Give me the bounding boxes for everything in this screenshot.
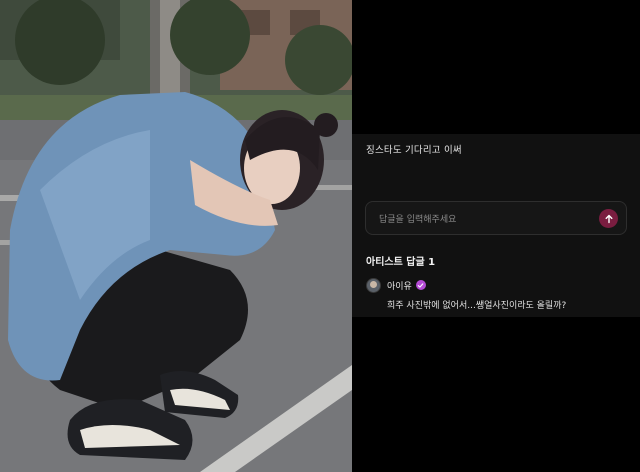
comment-card: 징스타도 기다리고 이써 답글을 입력해주세요 아티스트 답글 1 아이유 희주… (352, 134, 640, 317)
artist-replies-title: 아티스트 답글 1 (366, 257, 436, 268)
verified-badge-icon (415, 280, 426, 290)
photo-illustration (0, 0, 352, 472)
comment-text: 징스타도 기다리고 이써 (366, 145, 462, 156)
artist-reply-text: 희주 사진밖에 없어서...쌩얼사진이라도 올릴까? (387, 301, 567, 311)
send-reply-button[interactable] (599, 209, 618, 228)
reply-input[interactable]: 답글을 입력해주세요 (365, 201, 627, 235)
post-photo (0, 0, 352, 472)
arrow-up-icon (605, 214, 612, 223)
avatar[interactable] (366, 277, 381, 293)
check-icon (418, 282, 424, 288)
comment-panel: 징스타도 기다리고 이써 답글을 입력해주세요 아티스트 답글 1 아이유 희주… (352, 0, 640, 472)
reply-input-placeholder[interactable]: 답글을 입력해주세요 (379, 212, 456, 225)
artist-name[interactable]: 아이유 (387, 279, 412, 292)
artist-reply-header: 아이유 (366, 277, 426, 293)
